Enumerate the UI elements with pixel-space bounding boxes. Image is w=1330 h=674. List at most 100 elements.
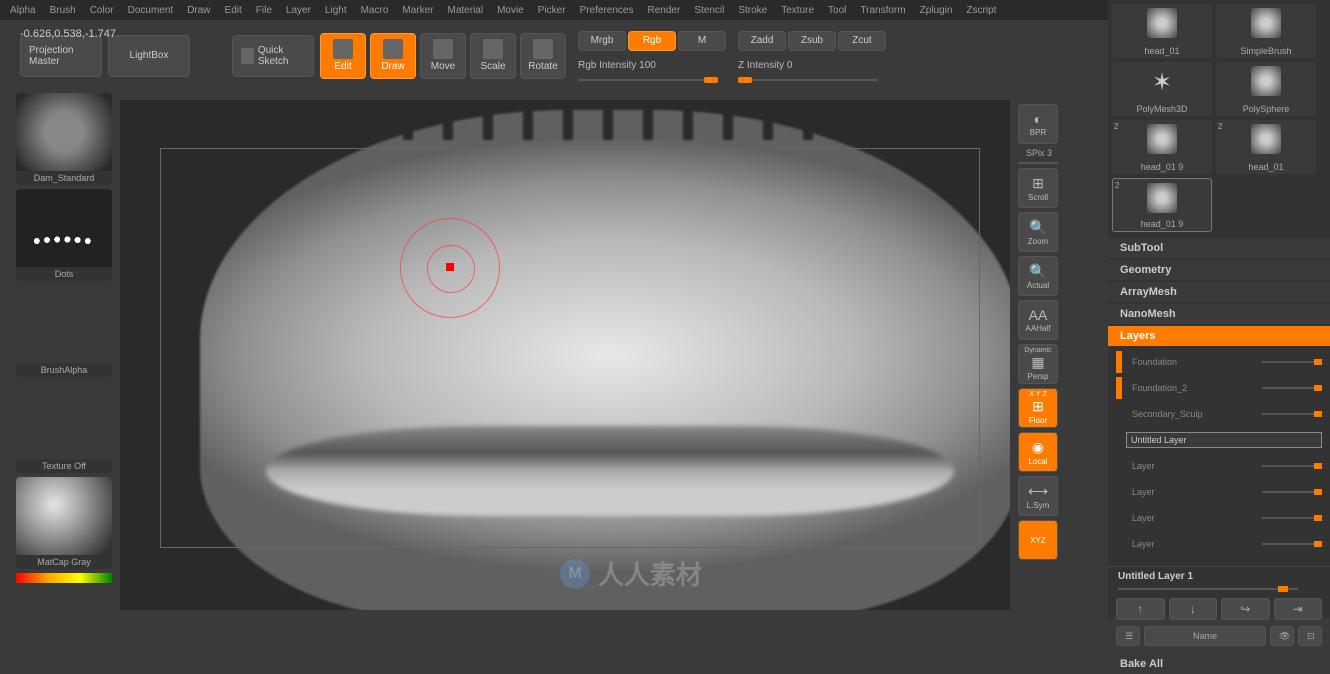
menu-movie[interactable]: Movie (497, 5, 524, 16)
brush-brushalpha[interactable]: BrushAlpha (16, 285, 112, 377)
m-mode[interactable]: M (678, 31, 726, 51)
tool-thumb-4[interactable]: 2head_01 9 (1112, 120, 1212, 174)
color-strip[interactable] (16, 573, 112, 583)
tool-thumb-2[interactable]: ✶PolyMesh3D (1112, 62, 1212, 116)
canvas[interactable] (120, 100, 1010, 610)
menu-light[interactable]: Light (325, 5, 347, 16)
layer-row[interactable]: Untitled Layer (1116, 428, 1322, 452)
z-intensity-slider[interactable] (738, 79, 878, 81)
menu-render[interactable]: Render (648, 5, 681, 16)
aahalf-button[interactable]: AAAAHalf (1018, 300, 1058, 340)
mrgb-mode[interactable]: Mrgb (578, 31, 626, 51)
z-intensity-label: Z Intensity 0 (738, 60, 792, 71)
quick-sketch-button[interactable]: Quick Sketch (232, 35, 314, 77)
tool-thumb-6[interactable]: 2head_01 9 (1112, 178, 1212, 232)
layer-down-button[interactable]: ↓ (1169, 598, 1218, 620)
watermark-icon: M (560, 559, 590, 589)
zoom-button[interactable]: 🔍Zoom (1018, 212, 1058, 252)
right-panel: head_01SimpleBrush✶PolyMesh3DPolySphere2… (1108, 0, 1330, 618)
layer-forward-button[interactable]: ↪ (1221, 598, 1270, 620)
arraymesh-section[interactable]: ArrayMesh (1108, 282, 1330, 302)
local-button[interactable]: ◉Local (1018, 432, 1058, 472)
bpr-button[interactable]: ◐BPR (1018, 104, 1058, 144)
sculpt-mesh (200, 110, 1010, 610)
geometry-section[interactable]: Geometry (1108, 260, 1330, 280)
zadd-mode[interactable]: Zadd (738, 31, 786, 51)
menu-transform[interactable]: Transform (860, 5, 905, 16)
brush-matcap-gray[interactable]: MatCap Gray (16, 477, 112, 569)
menu-document[interactable]: Document (128, 5, 174, 16)
watermark: M人人素材 (560, 555, 702, 592)
zsub-mode[interactable]: Zsub (788, 31, 836, 51)
layer-row[interactable]: Foundation (1116, 350, 1322, 374)
menu-picker[interactable]: Picker (538, 5, 566, 16)
coordinates-readout: -0.626,0.538,-1.747 (20, 28, 116, 40)
menu-layer[interactable]: Layer (286, 5, 311, 16)
left-brush-panel: Dam_StandardDotsBrushAlphaTexture OffMat… (16, 93, 112, 583)
menu-file[interactable]: File (256, 5, 272, 16)
layer-row[interactable]: Layer (1116, 506, 1322, 530)
scroll-button[interactable]: ⊞Scroll (1018, 168, 1058, 208)
rgb-intensity-label: Rgb Intensity 100 (578, 60, 656, 71)
rgb-intensity-slider[interactable] (578, 79, 718, 81)
subtool-section[interactable]: SubTool (1108, 238, 1330, 258)
menu-preferences[interactable]: Preferences (580, 5, 634, 16)
layer-row[interactable]: Secondary_Sculp (1116, 402, 1322, 426)
tool-grid: head_01SimpleBrush✶PolyMesh3DPolySphere2… (1108, 0, 1330, 236)
brush-cursor-center (446, 263, 454, 271)
active-layer-section: Untitled Layer 1 (1108, 566, 1330, 594)
tool-thumb-3[interactable]: PolySphere (1216, 62, 1316, 116)
layer-row[interactable]: Foundation_2 (1116, 376, 1322, 400)
menu-macro[interactable]: Macro (361, 5, 389, 16)
menu-zplugin[interactable]: Zplugin (920, 5, 953, 16)
right-tool-strip: ◐BPR SPix 3 ⊞Scroll🔍Zoom🔍ActualAAAAHalfD… (1018, 104, 1060, 560)
bake-all-header[interactable]: Bake All (1108, 654, 1330, 674)
lightbox-button[interactable]: LightBox (108, 35, 190, 77)
layer-last-button[interactable]: ⇥ (1274, 598, 1323, 620)
tool-thumb-0[interactable]: head_01 (1112, 4, 1212, 58)
layer-row[interactable]: Layer (1116, 454, 1322, 478)
zcut-mode[interactable]: Zcut (838, 31, 886, 51)
spix-label: SPix 3 (1018, 148, 1060, 158)
brush-dots[interactable]: Dots (16, 189, 112, 281)
layer-opacity-slider[interactable] (1118, 588, 1298, 590)
brush-dam_standard[interactable]: Dam_Standard (16, 93, 112, 185)
layer-row[interactable]: Layer (1116, 480, 1322, 504)
layers-list: FoundationFoundation_2Secondary_SculpUnt… (1108, 346, 1330, 562)
menu-alpha[interactable]: Alpha (10, 5, 36, 16)
menu-material[interactable]: Material (448, 5, 484, 16)
rotate-tool[interactable]: Rotate (520, 33, 566, 79)
nanomesh-section[interactable]: NanoMesh (1108, 304, 1330, 324)
draw-tool[interactable]: Draw (370, 33, 416, 79)
move-tool[interactable]: Move (420, 33, 466, 79)
scale-tool[interactable]: Scale (470, 33, 516, 79)
layer-row[interactable]: Layer (1116, 532, 1322, 556)
edit-tool[interactable]: Edit (320, 33, 366, 79)
menu-stencil[interactable]: Stencil (694, 5, 724, 16)
layer-eye-button[interactable]: 👁 (1270, 626, 1294, 646)
menu-zscript[interactable]: Zscript (966, 5, 996, 16)
tool-thumb-1[interactable]: SimpleBrush (1216, 4, 1316, 58)
menu-edit[interactable]: Edit (225, 5, 242, 16)
tool-thumb-5[interactable]: 2head_01 (1216, 120, 1316, 174)
projection-master-button[interactable]: Projection Master (20, 35, 102, 77)
menu-marker[interactable]: Marker (402, 5, 433, 16)
actual-button[interactable]: 🔍Actual (1018, 256, 1058, 296)
rgb-mode[interactable]: Rgb (628, 31, 676, 51)
layer-extra-button[interactable]: ⊡ (1298, 626, 1322, 646)
xyz-button[interactable]: XYZ (1018, 520, 1058, 560)
menu-texture[interactable]: Texture (781, 5, 814, 16)
floor-button[interactable]: X Y Z⊞Floor (1018, 388, 1058, 428)
persp-button[interactable]: Dynamic▦Persp (1018, 344, 1058, 384)
menu-draw[interactable]: Draw (187, 5, 210, 16)
menu-stroke[interactable]: Stroke (738, 5, 767, 16)
layers-header[interactable]: Layers (1108, 326, 1330, 346)
layer-name-button[interactable]: Name (1144, 626, 1266, 646)
menu-tool[interactable]: Tool (828, 5, 846, 16)
layer-up-button[interactable]: ↑ (1116, 598, 1165, 620)
menu-brush[interactable]: Brush (50, 5, 76, 16)
lsym-button[interactable]: ⟷L.Sym (1018, 476, 1058, 516)
layer-record-button[interactable]: ☰ (1116, 626, 1140, 646)
menu-color[interactable]: Color (90, 5, 114, 16)
brush-texture-off[interactable]: Texture Off (16, 381, 112, 473)
